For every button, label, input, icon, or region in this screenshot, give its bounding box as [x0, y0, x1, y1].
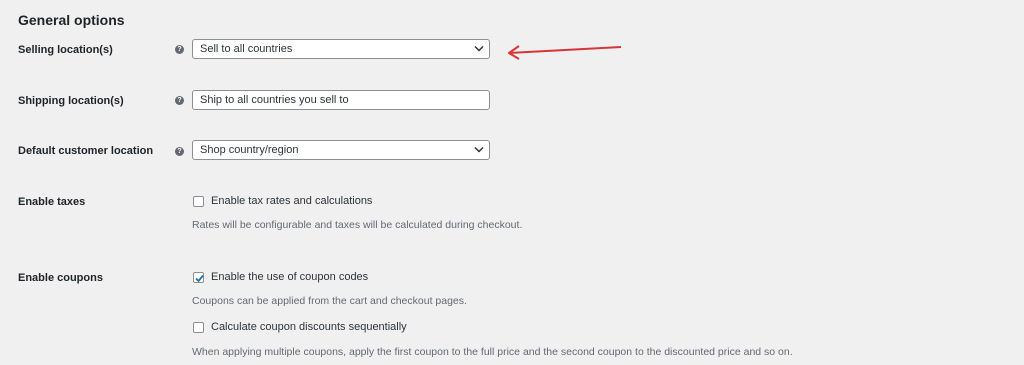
default-customer-location-value: Shop country/region — [200, 144, 299, 156]
default-customer-location-label: Default customer location — [18, 145, 154, 157]
sequential-coupons-checkbox[interactable] — [193, 322, 204, 333]
enable-taxes-checkbox[interactable] — [193, 196, 204, 207]
shipping-location-select[interactable]: Ship to all countries you sell to — [192, 90, 490, 110]
section-title: General options — [18, 12, 125, 28]
help-icon[interactable]: ? — [175, 96, 184, 105]
annotation-arrow — [508, 45, 622, 60]
selling-location-select[interactable]: Sell to all countries — [192, 39, 490, 59]
enable-coupon-codes-checkbox[interactable] — [193, 272, 204, 283]
enable-coupon-codes-label[interactable]: Enable the use of coupon codes — [211, 271, 368, 283]
enable-taxes-label: Enable taxes — [18, 196, 86, 208]
chevron-down-icon — [474, 45, 484, 52]
sequential-coupons-label[interactable]: Calculate coupon discounts sequentially — [211, 321, 407, 333]
enable-taxes-description: Rates will be configurable and taxes wil… — [192, 219, 523, 231]
chevron-down-icon — [474, 146, 484, 153]
selling-location-label: Selling location(s) — [18, 44, 113, 56]
help-icon[interactable]: ? — [175, 45, 184, 54]
help-icon[interactable]: ? — [175, 147, 184, 156]
checkmark-icon — [195, 274, 204, 283]
enable-coupon-codes-description: Coupons can be applied from the cart and… — [192, 295, 467, 307]
shipping-location-label: Shipping location(s) — [18, 95, 124, 107]
default-customer-location-select[interactable]: Shop country/region — [192, 140, 490, 160]
sequential-coupons-description: When applying multiple coupons, apply th… — [192, 346, 793, 358]
enable-taxes-checkbox-label[interactable]: Enable tax rates and calculations — [211, 195, 372, 207]
selling-location-value: Sell to all countries — [200, 43, 293, 55]
shipping-location-value: Ship to all countries you sell to — [200, 94, 349, 106]
enable-coupons-label: Enable coupons — [18, 272, 103, 284]
